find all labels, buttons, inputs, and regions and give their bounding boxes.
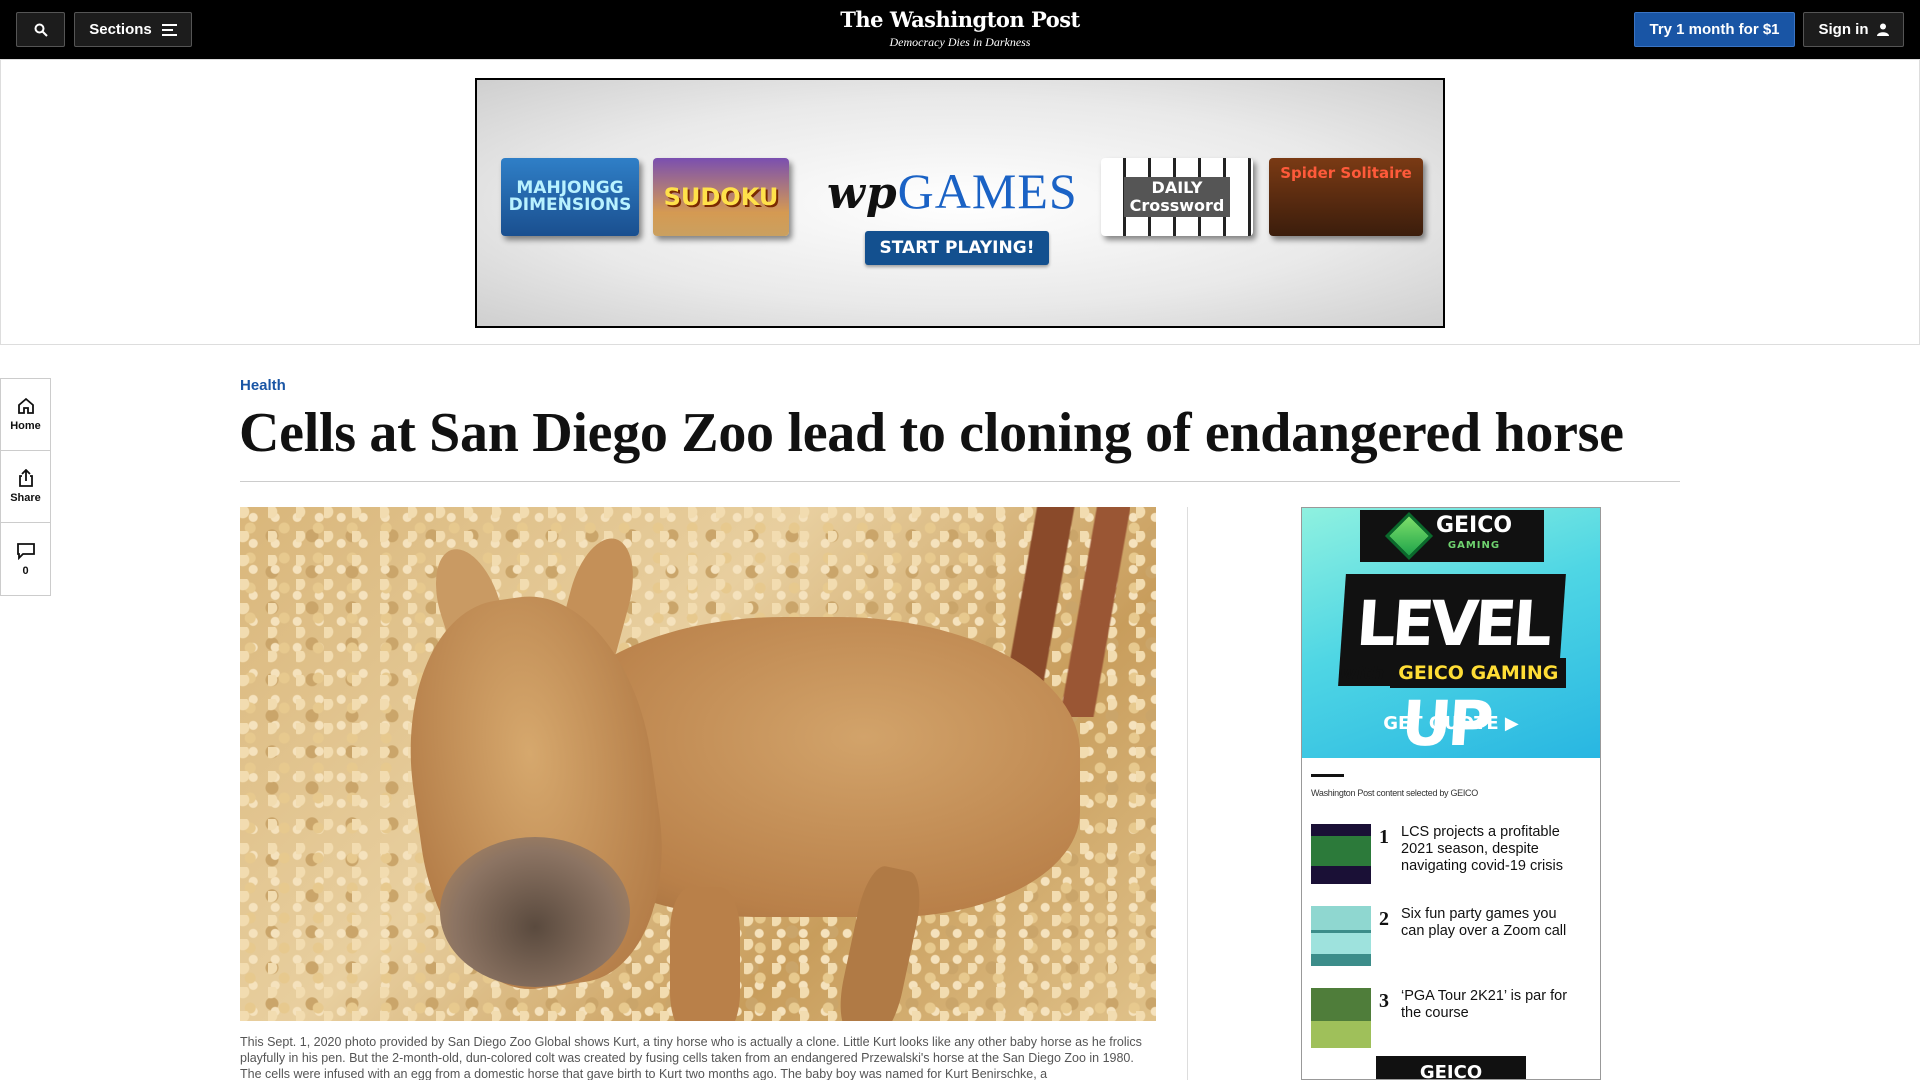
- share-label: Share: [10, 492, 41, 504]
- home-icon: [17, 397, 34, 414]
- sections-label: Sections: [89, 21, 152, 38]
- geico-brand: GEICO: [1435, 513, 1513, 538]
- wp-games-ad[interactable]: MAHJONGG DIMENSIONS SUDOKU wpGAMES START…: [475, 78, 1445, 328]
- crossword-tile[interactable]: DAILY Crossword: [1101, 158, 1253, 236]
- story-number: 2: [1379, 908, 1389, 930]
- story-title: Six fun party games you can play over a …: [1401, 906, 1567, 939]
- top-nav: Sections The Washington Post Democracy D…: [0, 0, 1920, 59]
- headline-divider: [240, 481, 1680, 482]
- story-number: 3: [1379, 990, 1389, 1012]
- masthead-logo[interactable]: The Washington Post Democracy Dies in Da…: [760, 7, 1160, 50]
- section-kicker[interactable]: Health: [240, 377, 286, 394]
- left-action-rail: Home Share 0: [0, 378, 51, 596]
- games-word: GAMES: [897, 163, 1078, 219]
- comments-button[interactable]: 0: [1, 523, 50, 595]
- sections-button[interactable]: Sections: [74, 12, 192, 47]
- start-playing-button[interactable]: START PLAYING!: [865, 231, 1049, 265]
- crossword-line-2: Crossword: [1129, 196, 1225, 215]
- comment-icon: [16, 542, 35, 560]
- photo-caption: This Sept. 1, 2020 photo provided by San…: [240, 1035, 1142, 1080]
- subscribe-button[interactable]: Try 1 month for $1: [1634, 12, 1795, 47]
- share-icon: [18, 469, 33, 487]
- with-text: with: [1340, 662, 1385, 684]
- user-icon: [1876, 23, 1889, 36]
- comments-count: 0: [22, 564, 29, 577]
- story-thumbnail: [1311, 906, 1371, 966]
- geico-gaming-label: GEICO GAMING: [1390, 658, 1567, 688]
- story-number: 1: [1379, 826, 1389, 848]
- mahjong-tile[interactable]: MAHJONGG DIMENSIONS: [501, 158, 639, 236]
- sponsored-story[interactable]: 1 LCS projects a profitable 2021 season,…: [1311, 824, 1591, 884]
- sponsored-story[interactable]: 2 Six fun party games you can play over …: [1311, 906, 1591, 966]
- menu-icon: [161, 23, 177, 36]
- sponsored-rule: [1311, 774, 1344, 777]
- geico-ad[interactable]: GEICO GAMING LEVEL UP with GEICO GAMING G…: [1301, 507, 1601, 1080]
- home-button[interactable]: Home: [1, 379, 50, 451]
- article-headline: Cells at San Diego Zoo lead to cloning o…: [239, 402, 1624, 464]
- get-quote-button[interactable]: GET QUOTE ▶: [1302, 713, 1600, 734]
- story-thumbnail: [1311, 824, 1371, 884]
- sponsored-story[interactable]: 3 ‘PGA Tour 2K21’ is par for the course: [1311, 988, 1591, 1048]
- geico-ad-banner[interactable]: GEICO GAMING LEVEL UP with GEICO GAMING G…: [1302, 508, 1600, 760]
- wp-logo-mark: wp: [827, 168, 898, 219]
- search-icon: [34, 23, 48, 37]
- sponsored-label: Washington Post content selected by GEIC…: [1311, 788, 1478, 798]
- home-label: Home: [10, 420, 41, 432]
- masthead-tagline: Democracy Dies in Darkness: [889, 35, 1031, 49]
- story-title: LCS projects a profitable 2021 season, d…: [1401, 824, 1563, 874]
- wp-games-logo: wpGAMES: [827, 162, 1078, 220]
- sudoku-tile[interactable]: SUDOKU: [653, 158, 789, 236]
- geico-brand-sub: GAMING: [1447, 540, 1501, 551]
- geico-bottom-logo: GEICO: [1376, 1056, 1526, 1079]
- share-button[interactable]: Share: [1, 451, 50, 523]
- crossword-line-1: DAILY: [1151, 178, 1203, 197]
- masthead-title: The Washington Post: [840, 7, 1080, 32]
- lead-photo[interactable]: [240, 507, 1156, 1021]
- geico-g-icon: [1384, 511, 1433, 561]
- column-divider: [1187, 507, 1188, 1080]
- geico-logo: GEICO GAMING: [1360, 510, 1544, 562]
- spider-solitaire-tile[interactable]: Spider Solitaire: [1269, 158, 1423, 236]
- story-title: ‘PGA Tour 2K21’ is par for the course: [1401, 988, 1568, 1021]
- search-button[interactable]: [16, 12, 65, 47]
- sign-in-label: Sign in: [1818, 21, 1869, 38]
- story-thumbnail: [1311, 988, 1371, 1048]
- sign-in-button[interactable]: Sign in: [1803, 12, 1904, 47]
